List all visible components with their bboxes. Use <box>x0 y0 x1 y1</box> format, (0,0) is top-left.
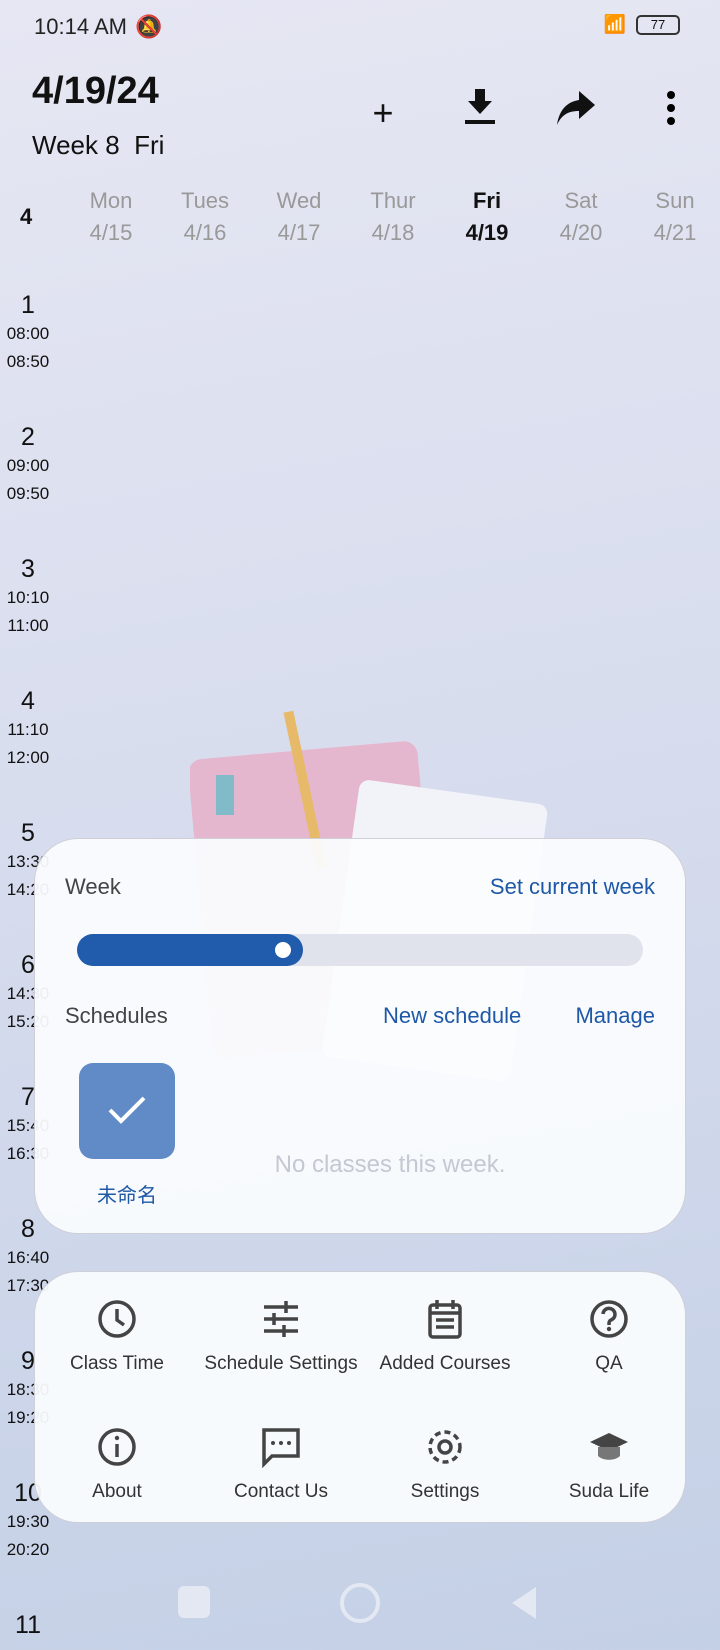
day-date: 4/19 <box>465 220 509 245</box>
time-slot: 1 08:00 08:50 <box>0 290 56 376</box>
menu-item-schedule-settings[interactable]: Schedule Settings <box>199 1290 363 1418</box>
slot-start: 10:10 <box>6 588 50 607</box>
day-column-sun: Sun 4/21 <box>628 185 720 249</box>
day-date: 4/18 <box>371 220 415 245</box>
manage-button[interactable]: Manage <box>575 1003 655 1029</box>
check-icon <box>108 1096 146 1124</box>
calendar-icon <box>428 1300 462 1339</box>
schedule-item[interactable] <box>79 1063 175 1159</box>
day-name: Mon <box>89 188 133 213</box>
home-button[interactable] <box>340 1583 380 1623</box>
day-header: Mon 4/15 Tues 4/16 Wed 4/17 Thur 4/18 Fri 4/19 Sat… <box>64 185 720 249</box>
share-icon <box>557 91 595 125</box>
wifi-icon: 📶 <box>603 14 626 34</box>
slot-end: 08:50 <box>6 352 50 371</box>
weekday: Fri <box>134 130 165 160</box>
slot-start: 09:00 <box>6 456 50 475</box>
slot-start: 11:10 <box>7 720 49 739</box>
status-icons: 📶 77 <box>604 14 680 35</box>
menu-item-qa[interactable]: QA <box>527 1290 691 1418</box>
menu-item-label: Settings <box>410 1481 480 1502</box>
slot-end: 09:50 <box>6 484 50 503</box>
slot-number: 4 <box>21 687 35 715</box>
menu-item-label: Suda Life <box>568 1481 650 1502</box>
week-slider[interactable] <box>77 934 643 966</box>
add-button[interactable]: + <box>358 88 408 138</box>
month-label: 4 <box>20 204 33 229</box>
menu-panel: Class Time Schedule Settings Added Courses… <box>34 1271 686 1523</box>
status-bar: 10:14 AM 🔕 <box>34 14 162 40</box>
slot-end: 11:00 <box>7 616 49 635</box>
import-button[interactable] <box>455 88 505 138</box>
gear-icon <box>428 1430 462 1464</box>
time-slot: 11 <box>0 1610 56 1640</box>
time-slot: 4 11:10 12:00 <box>0 686 56 772</box>
menu-item-label: About <box>92 1481 142 1502</box>
day-date: 4/21 <box>653 220 697 245</box>
menu-item-added-courses[interactable]: Added Courses <box>363 1290 527 1418</box>
chat-icon <box>262 1428 300 1469</box>
day-date: 4/17 <box>277 220 321 245</box>
day-date: 4/16 <box>183 220 227 245</box>
day-column-sat: Sat 4/20 <box>534 185 628 249</box>
day-name: Fri <box>472 188 502 213</box>
menu-item-label: QA <box>595 1353 623 1374</box>
menu-item-contact-us[interactable]: Contact Us <box>199 1418 363 1546</box>
day-name: Sun <box>655 188 695 213</box>
time-slot: 2 09:00 09:50 <box>0 422 56 508</box>
clock-icon <box>98 1300 136 1338</box>
slot-number: 11 <box>15 1611 41 1639</box>
day-column-thur: Thur 4/18 <box>346 185 440 249</box>
menu-item-label: Class Time <box>70 1353 164 1374</box>
week-label: Week <box>65 874 121 899</box>
battery-icon: 77 <box>636 14 680 35</box>
week-number: Week 8 <box>32 130 120 160</box>
slot-number: 1 <box>21 291 35 319</box>
slot-number: 5 <box>21 819 35 847</box>
day-name: Sat <box>564 188 598 213</box>
more-button[interactable] <box>646 88 696 138</box>
more-vert-icon <box>667 91 675 125</box>
help-icon <box>590 1300 628 1338</box>
menu-item-class-time[interactable]: Class Time <box>35 1290 199 1418</box>
day-name: Wed <box>276 188 322 213</box>
menu-item-label: Contact Us <box>234 1481 328 1502</box>
day-column-mon: Mon 4/15 <box>64 185 158 249</box>
day-column-tues: Tues 4/16 <box>158 185 252 249</box>
mute-icon: 🔕 <box>134 14 163 39</box>
schedules-label: Schedules <box>65 1003 168 1028</box>
day-column-fri: Fri 4/19 <box>440 185 534 249</box>
info-icon <box>98 1428 136 1466</box>
set-current-week-button[interactable]: Set current week <box>490 874 655 900</box>
slot-start: 16:40 <box>6 1248 50 1267</box>
slot-end: 12:00 <box>6 748 50 767</box>
slot-start: 08:00 <box>6 324 50 343</box>
day-name: Thur <box>370 188 416 213</box>
week-slider-fill <box>77 934 304 966</box>
menu-item-label: Added Courses <box>379 1353 511 1374</box>
day-name: Tues <box>180 188 230 213</box>
schedule-name: 未命名 <box>97 1185 157 1207</box>
clock: 10:14 AM <box>34 14 127 39</box>
week-subtitle: Week 8 Fri <box>32 130 164 161</box>
sliders-icon <box>264 1301 298 1337</box>
download-icon <box>465 89 495 124</box>
day-date: 4/15 <box>89 220 133 245</box>
slot-number: 3 <box>21 555 35 583</box>
menu-item-suda-life[interactable]: Suda Life <box>527 1418 691 1546</box>
recents-button[interactable] <box>178 1586 210 1618</box>
menu-item-settings[interactable]: Settings <box>363 1418 527 1546</box>
week-panel: No classes this week. Week Set current w… <box>34 838 686 1234</box>
share-button[interactable] <box>551 88 601 138</box>
time-slot: 3 10:10 11:00 <box>0 554 56 640</box>
day-date: 4/20 <box>559 220 603 245</box>
back-button[interactable] <box>506 1583 546 1623</box>
page-title: 4/19/24 <box>32 70 159 112</box>
menu-item-label: Schedule Settings <box>204 1353 358 1374</box>
menu-item-about[interactable]: About <box>35 1418 199 1546</box>
graduation-cap-icon <box>590 1433 628 1460</box>
new-schedule-button[interactable]: New schedule <box>383 1003 521 1029</box>
slot-number: 2 <box>21 423 35 451</box>
day-column-wed: Wed 4/17 <box>252 185 346 249</box>
